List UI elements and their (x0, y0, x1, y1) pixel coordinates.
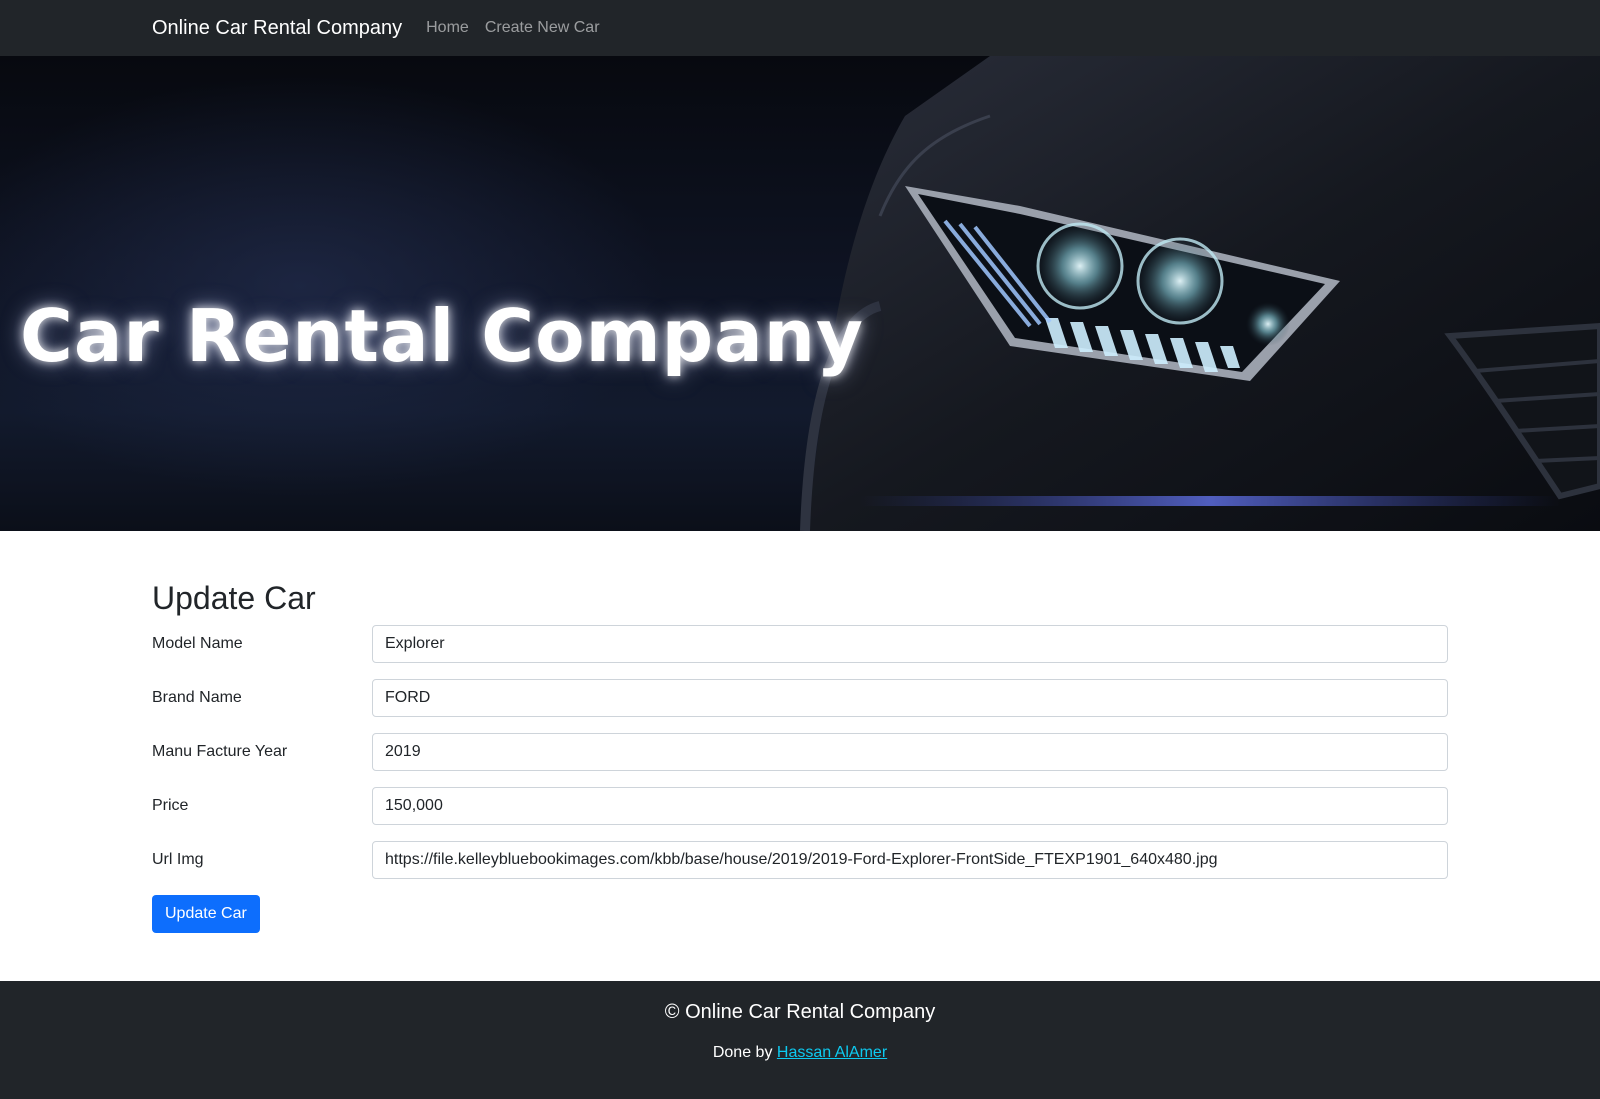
form-row-brand-name: Brand Name (152, 679, 1448, 718)
model-name-label: Model Name (152, 635, 243, 653)
form-row-manufacture-year: Manu Facture Year (152, 733, 1448, 772)
author-link[interactable]: Hassan AlAmer (777, 1044, 887, 1061)
price-label: Price (152, 797, 189, 815)
update-car-form: Update Car Model Name Brand Name Manu Fa… (0, 531, 1600, 981)
footer-copyright: © Online Car Rental Company (664, 1001, 936, 1023)
model-name-input[interactable] (372, 625, 1448, 664)
url-img-label: Url Img (152, 851, 204, 869)
navbar-brand[interactable]: Online Car Rental Company (152, 17, 402, 40)
footer-credit-prefix: Done by (712, 1044, 773, 1061)
page-title: Update Car (152, 580, 316, 616)
hero-title: Car Rental Company (20, 294, 864, 378)
manufacture-year-input[interactable] (372, 733, 1448, 772)
brand-name-label: Brand Name (152, 689, 242, 707)
page-footer: © Online Car Rental Company Done by Hass… (0, 981, 1600, 1099)
hero-banner: Car Rental Company (0, 56, 1600, 531)
url-img-input[interactable] (372, 841, 1448, 880)
nav-link-home[interactable]: Home (426, 19, 469, 37)
brand-name-input[interactable] (372, 679, 1448, 718)
form-row-price: Price (152, 787, 1448, 826)
form-row-url-img: Url Img (152, 841, 1448, 880)
manufacture-year-label: Manu Facture Year (152, 743, 288, 761)
form-row-model-name: Model Name (152, 625, 1448, 664)
nav-link-create-new-car[interactable]: Create New Car (485, 19, 600, 37)
update-car-button[interactable]: Update Car (152, 895, 260, 934)
price-input[interactable] (372, 787, 1448, 826)
top-navbar: Online Car Rental Company Home Create Ne… (0, 0, 1600, 56)
footer-credit: Done by Hassan AlAmer (0, 1044, 1600, 1062)
